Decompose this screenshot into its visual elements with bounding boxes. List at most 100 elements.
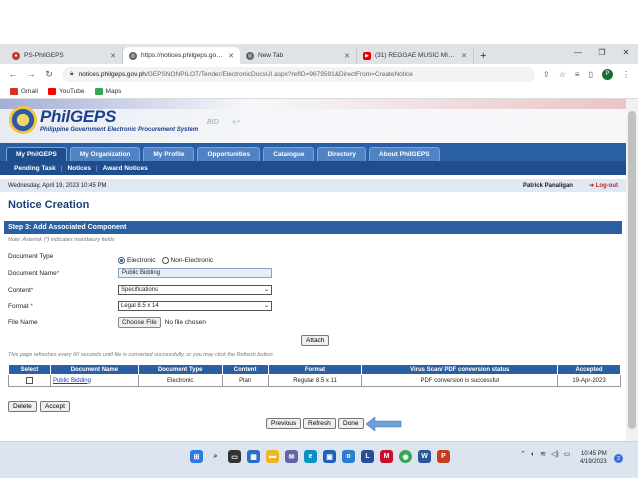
browser-tab-3[interactable]: ◎ New Tab ✕ bbox=[240, 47, 357, 64]
powerpoint-icon[interactable]: P bbox=[437, 450, 450, 463]
subnav-pending-task[interactable]: Pending Task bbox=[14, 165, 56, 172]
reading-list-icon[interactable]: ≡ bbox=[575, 70, 580, 79]
windows-start-icon[interactable]: ⊞ bbox=[190, 450, 203, 463]
table-cell-status: PDF conversion is successful bbox=[361, 374, 559, 387]
close-window-button[interactable]: ✕ bbox=[614, 44, 638, 64]
column-header-select: Select bbox=[8, 364, 51, 375]
attach-button[interactable]: Attach bbox=[301, 335, 330, 346]
site-logo-title[interactable]: PhilGEPS bbox=[40, 107, 116, 127]
document-type-radio-group: Electronic Non-Electronic bbox=[118, 257, 213, 264]
app-l-icon[interactable]: L bbox=[361, 450, 374, 463]
refresh-button[interactable]: Refresh bbox=[303, 418, 336, 429]
minimize-button[interactable]: — bbox=[566, 44, 590, 64]
store-icon[interactable]: ▣ bbox=[323, 450, 336, 463]
restore-button[interactable]: ❐ bbox=[590, 44, 614, 64]
delete-button[interactable]: Delete bbox=[8, 401, 37, 412]
bookmark-label: Maps bbox=[105, 87, 122, 95]
close-icon[interactable]: ✕ bbox=[228, 52, 234, 60]
close-icon[interactable]: ✕ bbox=[110, 52, 116, 60]
back-arrow-icon[interactable]: ← bbox=[8, 69, 18, 79]
page-scrollbar[interactable] bbox=[626, 99, 638, 441]
radio-non-electronic[interactable]: Non-Electronic bbox=[161, 257, 213, 264]
philgeps-favicon-icon: ● bbox=[12, 51, 20, 60]
search-icon[interactable]: ⌕ bbox=[209, 450, 222, 463]
nav-tab-my-philgeps[interactable]: My PhilGEPS bbox=[6, 147, 67, 161]
close-icon[interactable]: ✕ bbox=[344, 52, 350, 60]
user-name: Patrick Panaligan bbox=[522, 182, 573, 189]
file-explorer-icon[interactable]: ▬ bbox=[266, 450, 279, 463]
outlook-icon[interactable]: o bbox=[342, 450, 355, 463]
nav-tab-my-organization[interactable]: My Organization bbox=[69, 147, 141, 161]
notification-badge[interactable]: 2 bbox=[614, 454, 623, 463]
menu-kebab-icon[interactable]: ⋮ bbox=[622, 70, 630, 79]
clock-date: 4/19/2023 bbox=[580, 459, 607, 465]
bookmark-maps[interactable]: Maps bbox=[94, 87, 122, 95]
mcafee-icon[interactable]: M bbox=[380, 450, 393, 463]
nav-tab-my-profile[interactable]: My Profile bbox=[143, 147, 195, 161]
row-checkbox[interactable] bbox=[25, 376, 33, 384]
star-icon[interactable]: ☆ bbox=[559, 70, 566, 79]
nav-tab-directory[interactable]: Directory bbox=[317, 147, 367, 161]
battery-icon[interactable]: ▭ bbox=[564, 450, 571, 458]
profile-avatar[interactable]: P bbox=[602, 68, 613, 80]
session-info-bar: Wednesday, April 19, 2023 10:45 PM Patri… bbox=[0, 179, 626, 192]
widgets-icon[interactable]: ▦ bbox=[247, 450, 260, 463]
bookmark-label: YouTube bbox=[58, 87, 85, 95]
address-bar[interactable]: 🔒︎ notices.philgeps.gov.ph/GEPSNONPILOT/… bbox=[62, 66, 536, 82]
done-button[interactable]: Done bbox=[338, 418, 364, 429]
url-host: notices.philgeps.gov.ph bbox=[78, 70, 146, 78]
browser-tab-4[interactable]: ▶ (31) REGGAE MUSIC MIX 2023 - ✕ bbox=[357, 47, 474, 64]
document-name-link[interactable]: Public Bidding bbox=[49, 374, 139, 387]
reload-icon[interactable]: ↻ bbox=[44, 69, 54, 80]
choose-file-button[interactable]: Choose File bbox=[118, 317, 161, 328]
taskbar-clock[interactable]: 10:45 PM 4/19/2023 bbox=[580, 450, 607, 466]
table-cell-content: Plan bbox=[221, 374, 269, 387]
chat-icon[interactable]: ✉ bbox=[285, 450, 298, 463]
window-controls: — ❐ ✕ bbox=[566, 44, 638, 64]
logout-label: Log-out bbox=[595, 183, 618, 189]
forward-arrow-icon[interactable]: → bbox=[26, 69, 36, 79]
logout-link[interactable]: ➜ Log-out bbox=[589, 182, 618, 189]
browser-tab-label: (31) REGGAE MUSIC MIX 2023 - bbox=[375, 52, 457, 59]
main-navigation: My PhilGEPS My Organization My Profile O… bbox=[0, 143, 626, 161]
radio-electronic[interactable]: Electronic bbox=[118, 257, 156, 264]
volume-icon[interactable]: ◁) bbox=[551, 450, 559, 458]
word-icon[interactable]: W bbox=[418, 450, 431, 463]
required-marker: * bbox=[30, 302, 33, 310]
share-icon[interactable]: ⇪ bbox=[543, 70, 550, 79]
nav-tab-catalogue[interactable]: Catalogue bbox=[263, 147, 315, 161]
bookmark-gmail[interactable]: Gmail bbox=[10, 87, 38, 95]
bookmark-youtube[interactable]: YouTube bbox=[47, 87, 85, 95]
close-icon[interactable]: ✕ bbox=[461, 52, 467, 60]
subnav-notices[interactable]: Notices bbox=[67, 165, 90, 172]
accept-button[interactable]: Accept bbox=[40, 401, 70, 412]
task-view-icon[interactable]: ▭ bbox=[228, 450, 241, 463]
content-select[interactable]: Specifications ⌄ bbox=[118, 285, 272, 295]
bookmarks-bar: Gmail YouTube Maps bbox=[0, 84, 638, 99]
app-tray-icon[interactable]: ◐ bbox=[531, 451, 535, 458]
browser-tab-1[interactable]: ● PS-PhilGEPS ✕ bbox=[6, 47, 123, 64]
subnav-award-notices[interactable]: Award Notices bbox=[103, 165, 148, 172]
format-row: Format * Legal 8.5 x 14 ⌄ bbox=[8, 301, 272, 311]
column-header-document-name: Document Name bbox=[49, 364, 139, 375]
edge-icon[interactable]: e bbox=[304, 450, 317, 463]
nav-tab-about[interactable]: About PhilGEPS bbox=[369, 147, 440, 161]
sidebar-icon[interactable]: ▯ bbox=[589, 70, 593, 79]
wifi-icon[interactable]: ≋ bbox=[540, 450, 546, 458]
globe-icon: ◎ bbox=[129, 51, 137, 60]
chrome-icon[interactable]: ◉ bbox=[399, 450, 412, 463]
document-name-input[interactable]: Public Bidding bbox=[118, 268, 272, 278]
column-header-status: Virus Scan/ PDF conversion status bbox=[361, 364, 559, 375]
site-logo-subtitle: Philippine Government Electronic Procure… bbox=[40, 127, 199, 133]
sub-navigation: Pending Task | Notices | Award Notices bbox=[0, 161, 626, 175]
browser-tab-2[interactable]: ◎ https://notices.philgeps.gov.ph/ ✕ bbox=[123, 47, 240, 64]
new-tab-button[interactable]: + bbox=[474, 47, 492, 64]
scrollbar-thumb[interactable] bbox=[628, 111, 636, 429]
file-name-label: File Name bbox=[8, 319, 38, 326]
chevron-up-icon[interactable]: ⌃ bbox=[520, 450, 526, 458]
format-select[interactable]: Legal 8.5 x 14 ⌄ bbox=[118, 301, 272, 311]
nav-tab-opportunities[interactable]: Opportunities bbox=[197, 147, 261, 161]
globe-icon: ◎ bbox=[246, 51, 254, 60]
previous-button[interactable]: Previous bbox=[266, 418, 302, 429]
required-marker: * bbox=[56, 269, 60, 277]
